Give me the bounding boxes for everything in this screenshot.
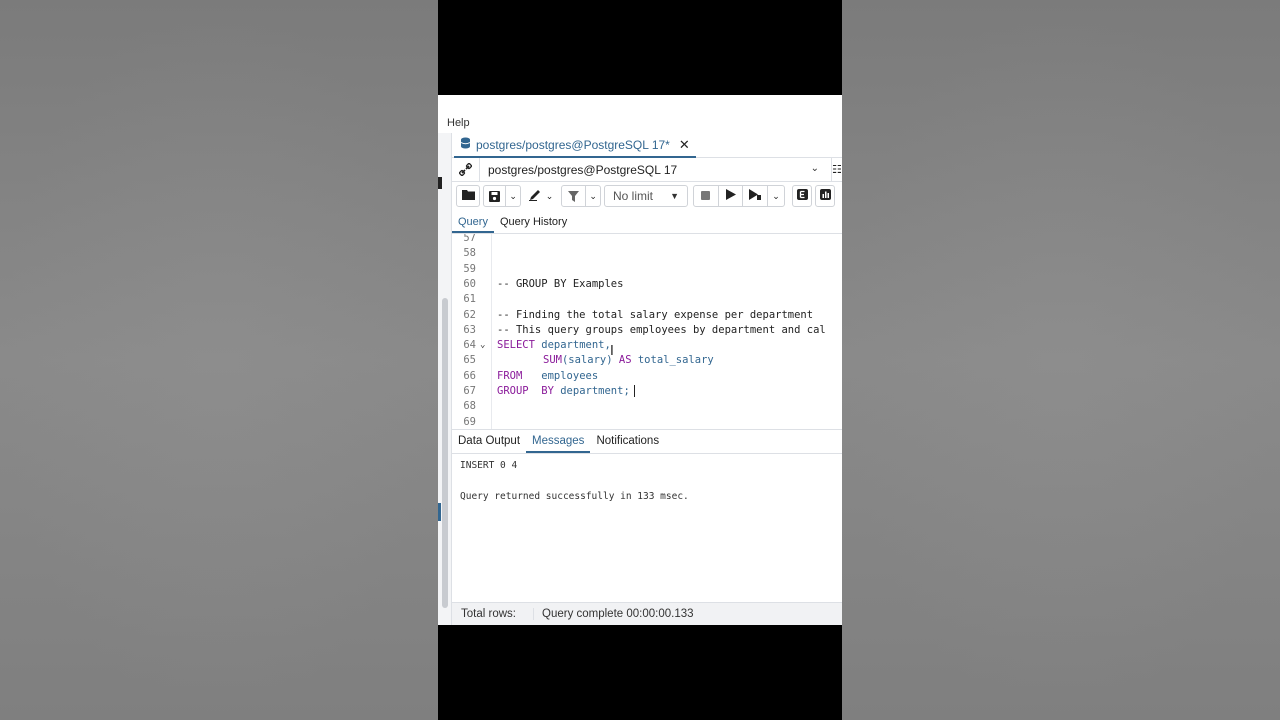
save-button-group[interactable]: ⌄ [483, 185, 521, 207]
chevron-down-icon[interactable]: ⌄ [768, 186, 784, 206]
i-beam-cursor-icon: I [610, 344, 614, 359]
stop-button[interactable] [694, 186, 718, 206]
save-icon[interactable] [484, 186, 505, 206]
chart-icon [819, 189, 831, 203]
pgadmin-window: Help postgres/postgres@PostgreSQL 17* ✕ … [438, 95, 842, 625]
tab-notifications[interactable]: Notifications [590, 430, 665, 453]
chevron-down-icon: ⌄ [545, 190, 554, 201]
edit-menu-button[interactable]: ⌄ [524, 185, 558, 207]
connection-select[interactable]: postgres/postgres@PostgreSQL 17 ⌄ [480, 157, 832, 182]
tab-query[interactable]: Query [452, 212, 494, 233]
query-toolbar: ⌄ ⌄ ⌄ No limit ▼ ⌄ [452, 182, 842, 210]
connection-row: postgres/postgres@PostgreSQL 17 ⌄ ☷ [452, 157, 842, 182]
pencil-icon [528, 189, 543, 204]
editor-line: 66 FROM employees [463, 369, 599, 382]
background-blur-right [842, 0, 1280, 720]
execute-button-group[interactable]: ⌄ [693, 185, 785, 207]
sql-function: SUM [543, 354, 562, 367]
tab-label: postgres/postgres@PostgreSQL 17* [476, 137, 670, 152]
connection-label: postgres/postgres@PostgreSQL 17 [488, 162, 678, 177]
background-blur-left [0, 0, 438, 720]
sql-keyword: AS [618, 354, 632, 367]
editor-line: 62 -- Finding the total salary expense pe… [452, 308, 842, 323]
editor-line: 64 ⌄ SELECT department, [452, 338, 842, 353]
play-icon [725, 189, 736, 203]
filter-button-group[interactable]: ⌄ [561, 185, 601, 207]
sql-comment: -- Finding the total salary expense per … [497, 308, 814, 321]
video-frame: Help postgres/postgres@PostgreSQL 17* ✕ … [438, 0, 842, 720]
tab-query-history[interactable]: Query History [494, 212, 573, 233]
message-line: Query returned successfully in 133 msec. [460, 491, 689, 502]
tab-query-tool[interactable]: postgres/postgres@PostgreSQL 17* ✕ [454, 133, 696, 158]
sql-args: (salary) [561, 354, 613, 367]
menu-help[interactable]: Help [447, 117, 470, 129]
row-limit-select[interactable]: No limit ▼ [604, 185, 688, 207]
editor-line: 57 [463, 234, 476, 244]
explain-analyze-button[interactable] [815, 185, 835, 207]
chevron-down-icon[interactable]: ⌄ [586, 186, 600, 206]
sql-keyword: GROUP BY [497, 385, 554, 397]
explain-icon [796, 189, 808, 203]
chevron-down-icon: ⌄ [810, 162, 819, 174]
editor-line: 58 [463, 247, 476, 260]
text-caret [633, 385, 635, 397]
open-file-button[interactable] [456, 185, 480, 207]
fold-chevron-icon[interactable]: ⌄ [480, 338, 485, 353]
query-status: Query complete 00:00:00.133 [542, 608, 694, 620]
sql-keyword: FROM [497, 369, 523, 382]
chevron-down-icon[interactable]: ⌄ [506, 186, 520, 206]
editor-line: 59 [463, 262, 476, 275]
editor-line: 67 GROUP BY department; [452, 384, 842, 399]
row-limit-value: No limit [613, 189, 654, 203]
browser-scrollbar[interactable] [442, 298, 448, 608]
editor-line: 60 -- GROUP BY Examples [452, 277, 842, 292]
caret-down-icon: ▼ [670, 191, 679, 201]
close-icon[interactable]: ✕ [679, 137, 690, 153]
execute-script-button[interactable] [743, 186, 767, 206]
sql-identifier: department; [553, 385, 630, 397]
sql-comment: -- This query groups employees by depart… [497, 323, 826, 336]
database-icon [460, 137, 471, 152]
browser-selection-marker [438, 503, 441, 521]
editor-line: 61 [463, 293, 476, 306]
sql-comment: -- GROUP BY Examples [497, 277, 624, 290]
status-bar: Total rows: Query complete 00:00:00.133 [452, 602, 842, 625]
editor-line: 63 -- This query groups employees by depa… [452, 323, 842, 338]
sql-keyword: SELECT [497, 339, 535, 352]
editor-subtabs: Query Query History [452, 212, 842, 234]
editor-line: 69 [463, 415, 476, 428]
editor-line: 65 SUM(salary) AS total_salary [463, 354, 714, 367]
explain-button[interactable] [792, 185, 812, 207]
filter-icon[interactable] [562, 186, 585, 206]
sql-alias: total_salary [637, 354, 714, 367]
query-tabbar: postgres/postgres@PostgreSQL 17* ✕ [452, 133, 842, 158]
execute-button[interactable] [719, 186, 743, 206]
sql-identifier: department, [534, 339, 611, 352]
stop-icon [701, 189, 711, 203]
play-script-icon [749, 189, 762, 203]
message-line: INSERT 0 4 [460, 460, 518, 471]
tab-messages[interactable]: Messages [526, 430, 591, 453]
browser-panel-edge [438, 133, 452, 625]
tab-data-output[interactable]: Data Output [452, 430, 526, 453]
messages-panel: INSERT 0 4 Query returned successfully i… [452, 454, 842, 602]
output-tabs: Data Output Messages Notifications [452, 429, 842, 454]
editor-line: 68 [463, 400, 476, 413]
total-rows-label: Total rows: [452, 608, 534, 620]
sql-editor[interactable]: 57 58 59 60 -- GROUP BY Examples 61 62 -- … [452, 234, 842, 429]
panel-edge-tick [438, 177, 442, 189]
menubar: Help [438, 113, 842, 133]
folder-icon [461, 189, 475, 203]
database-icon[interactable]: ☷ [832, 158, 842, 182]
connection-status-icon[interactable] [452, 157, 480, 182]
sql-identifier: employees [522, 369, 599, 382]
